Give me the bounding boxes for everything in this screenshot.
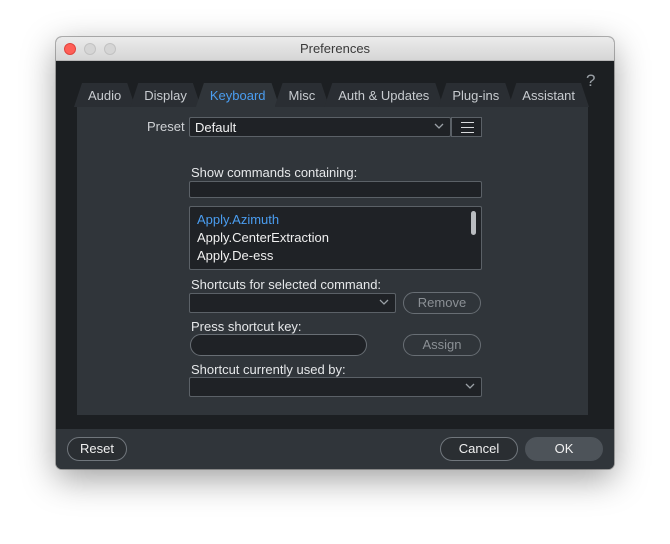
reset-button[interactable]: Reset: [67, 437, 127, 461]
tab-auth-updates[interactable]: Auth & Updates: [328, 83, 439, 107]
shortcuts-select[interactable]: [189, 293, 396, 313]
tab-keyboard[interactable]: Keyboard: [200, 83, 276, 107]
preset-menu-button[interactable]: [451, 117, 482, 137]
remove-button[interactable]: Remove: [403, 292, 481, 314]
preferences-window: Preferences ? Audio Display Keyboard Mis…: [56, 37, 614, 469]
tab-assistant[interactable]: Assistant: [512, 83, 585, 107]
keyboard-panel: Preset Default Show commands containing:…: [77, 107, 588, 415]
preset-select[interactable]: Default: [189, 117, 451, 137]
assign-button[interactable]: Assign: [403, 334, 481, 356]
dialog-footer: Reset Cancel OK: [56, 429, 614, 469]
commands-filter-input[interactable]: [189, 181, 482, 198]
chevron-down-icon: [434, 123, 444, 129]
hamburger-icon: [461, 122, 474, 123]
tab-bar: Audio Display Keyboard Misc Auth & Updat…: [78, 83, 588, 107]
preferences-body: ? Audio Display Keyboard Misc Auth & Upd…: [56, 61, 614, 429]
shortcut-key-input[interactable]: [190, 334, 367, 356]
command-item[interactable]: Apply.CenterExtraction: [197, 230, 329, 245]
press-shortcut-label: Press shortcut key:: [191, 319, 302, 334]
used-by-label: Shortcut currently used by:: [191, 362, 346, 377]
preset-value: Default: [195, 120, 237, 135]
shortcuts-label: Shortcuts for selected command:: [191, 277, 382, 292]
commands-scrollbar[interactable]: [471, 211, 476, 235]
tab-plug-ins[interactable]: Plug-ins: [442, 83, 509, 107]
commands-list[interactable]: Apply.Azimuth Apply.CenterExtraction App…: [189, 206, 482, 270]
cancel-button[interactable]: Cancel: [440, 437, 518, 461]
ok-button[interactable]: OK: [525, 437, 603, 461]
command-item-selected[interactable]: Apply.Azimuth: [197, 212, 279, 227]
window-title: Preferences: [299, 41, 371, 56]
tab-misc[interactable]: Misc: [279, 83, 326, 107]
tab-display[interactable]: Display: [134, 83, 197, 107]
title-bar: Preferences: [56, 37, 614, 61]
command-item[interactable]: Apply.De-ess: [197, 248, 273, 263]
used-by-select[interactable]: [189, 377, 482, 397]
chevron-down-icon: [465, 383, 475, 389]
chevron-down-icon: [379, 299, 389, 305]
preset-label: Preset: [147, 119, 185, 134]
tab-audio[interactable]: Audio: [78, 83, 131, 107]
commands-filter-label: Show commands containing:: [191, 165, 358, 180]
